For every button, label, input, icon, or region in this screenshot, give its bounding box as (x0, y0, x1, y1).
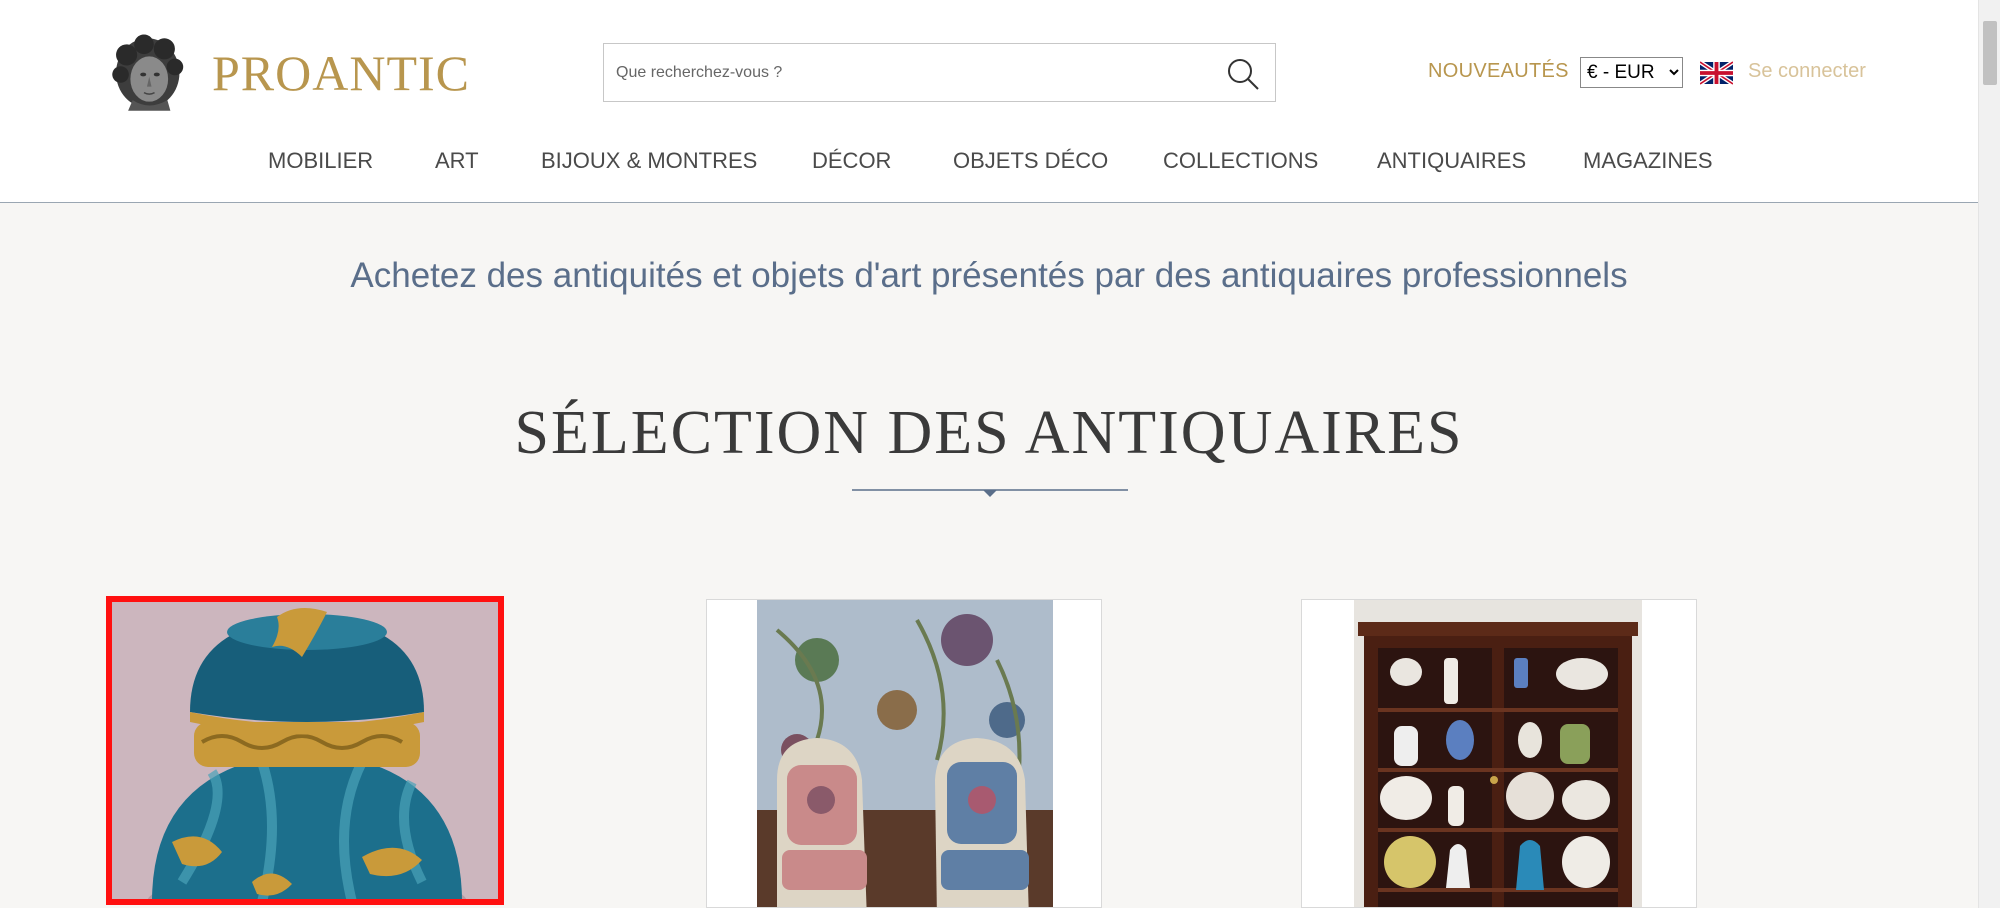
tagline: Achetez des antiquités et objets d'art p… (350, 256, 1628, 295)
section-title: SÉLECTION DES ANTIQUAIRES (514, 399, 1464, 467)
uk-flag-icon[interactable] (1700, 61, 1733, 85)
title-divider (852, 489, 1128, 497)
search-bar (603, 43, 1276, 102)
nav-item-mobilier[interactable]: MOBILIER (268, 148, 373, 174)
bust-logo-icon (112, 34, 184, 111)
nav-item-collections[interactable]: COLLECTIONS (1163, 148, 1318, 174)
scrollbar-thumb[interactable] (1983, 21, 1997, 85)
brand-name: PROANTIC (211, 44, 470, 101)
nav-item-bijoux-montres[interactable]: BIJOUX & MONTRES (541, 148, 757, 174)
product-card-jar[interactable] (106, 596, 504, 905)
login-link[interactable]: Se connecter (1748, 60, 1866, 83)
main-nav: MOBILIER ART BIJOUX & MONTRES DÉCOR OBJE… (0, 148, 1978, 178)
product-card-chairs[interactable] (706, 599, 1102, 908)
page-scrollbar[interactable] (1978, 0, 2000, 908)
product-image-chairs (757, 600, 1053, 907)
nav-item-magazines[interactable]: MAGAZINES (1583, 148, 1713, 174)
site-logo[interactable]: PROANTIC (110, 20, 470, 125)
nav-item-art[interactable]: ART (435, 148, 479, 174)
nav-item-decor[interactable]: DÉCOR (812, 148, 891, 174)
site-header: PROANTIC NOUVEAUTÉS € - EUR Se connecter… (0, 0, 1978, 203)
nav-item-antiquaires[interactable]: ANTIQUAIRES (1377, 148, 1526, 174)
product-card-cabinet[interactable] (1301, 599, 1697, 908)
currency-select[interactable]: € - EUR (1580, 57, 1683, 88)
nav-item-objets-deco[interactable]: OBJETS DÉCO (953, 148, 1108, 174)
product-image-cabinet (1354, 600, 1642, 907)
search-icon[interactable] (1225, 56, 1261, 92)
product-image-jar (112, 602, 498, 899)
search-input[interactable] (604, 44, 1204, 101)
new-arrivals-link[interactable]: NOUVEAUTÉS (1428, 60, 1569, 83)
